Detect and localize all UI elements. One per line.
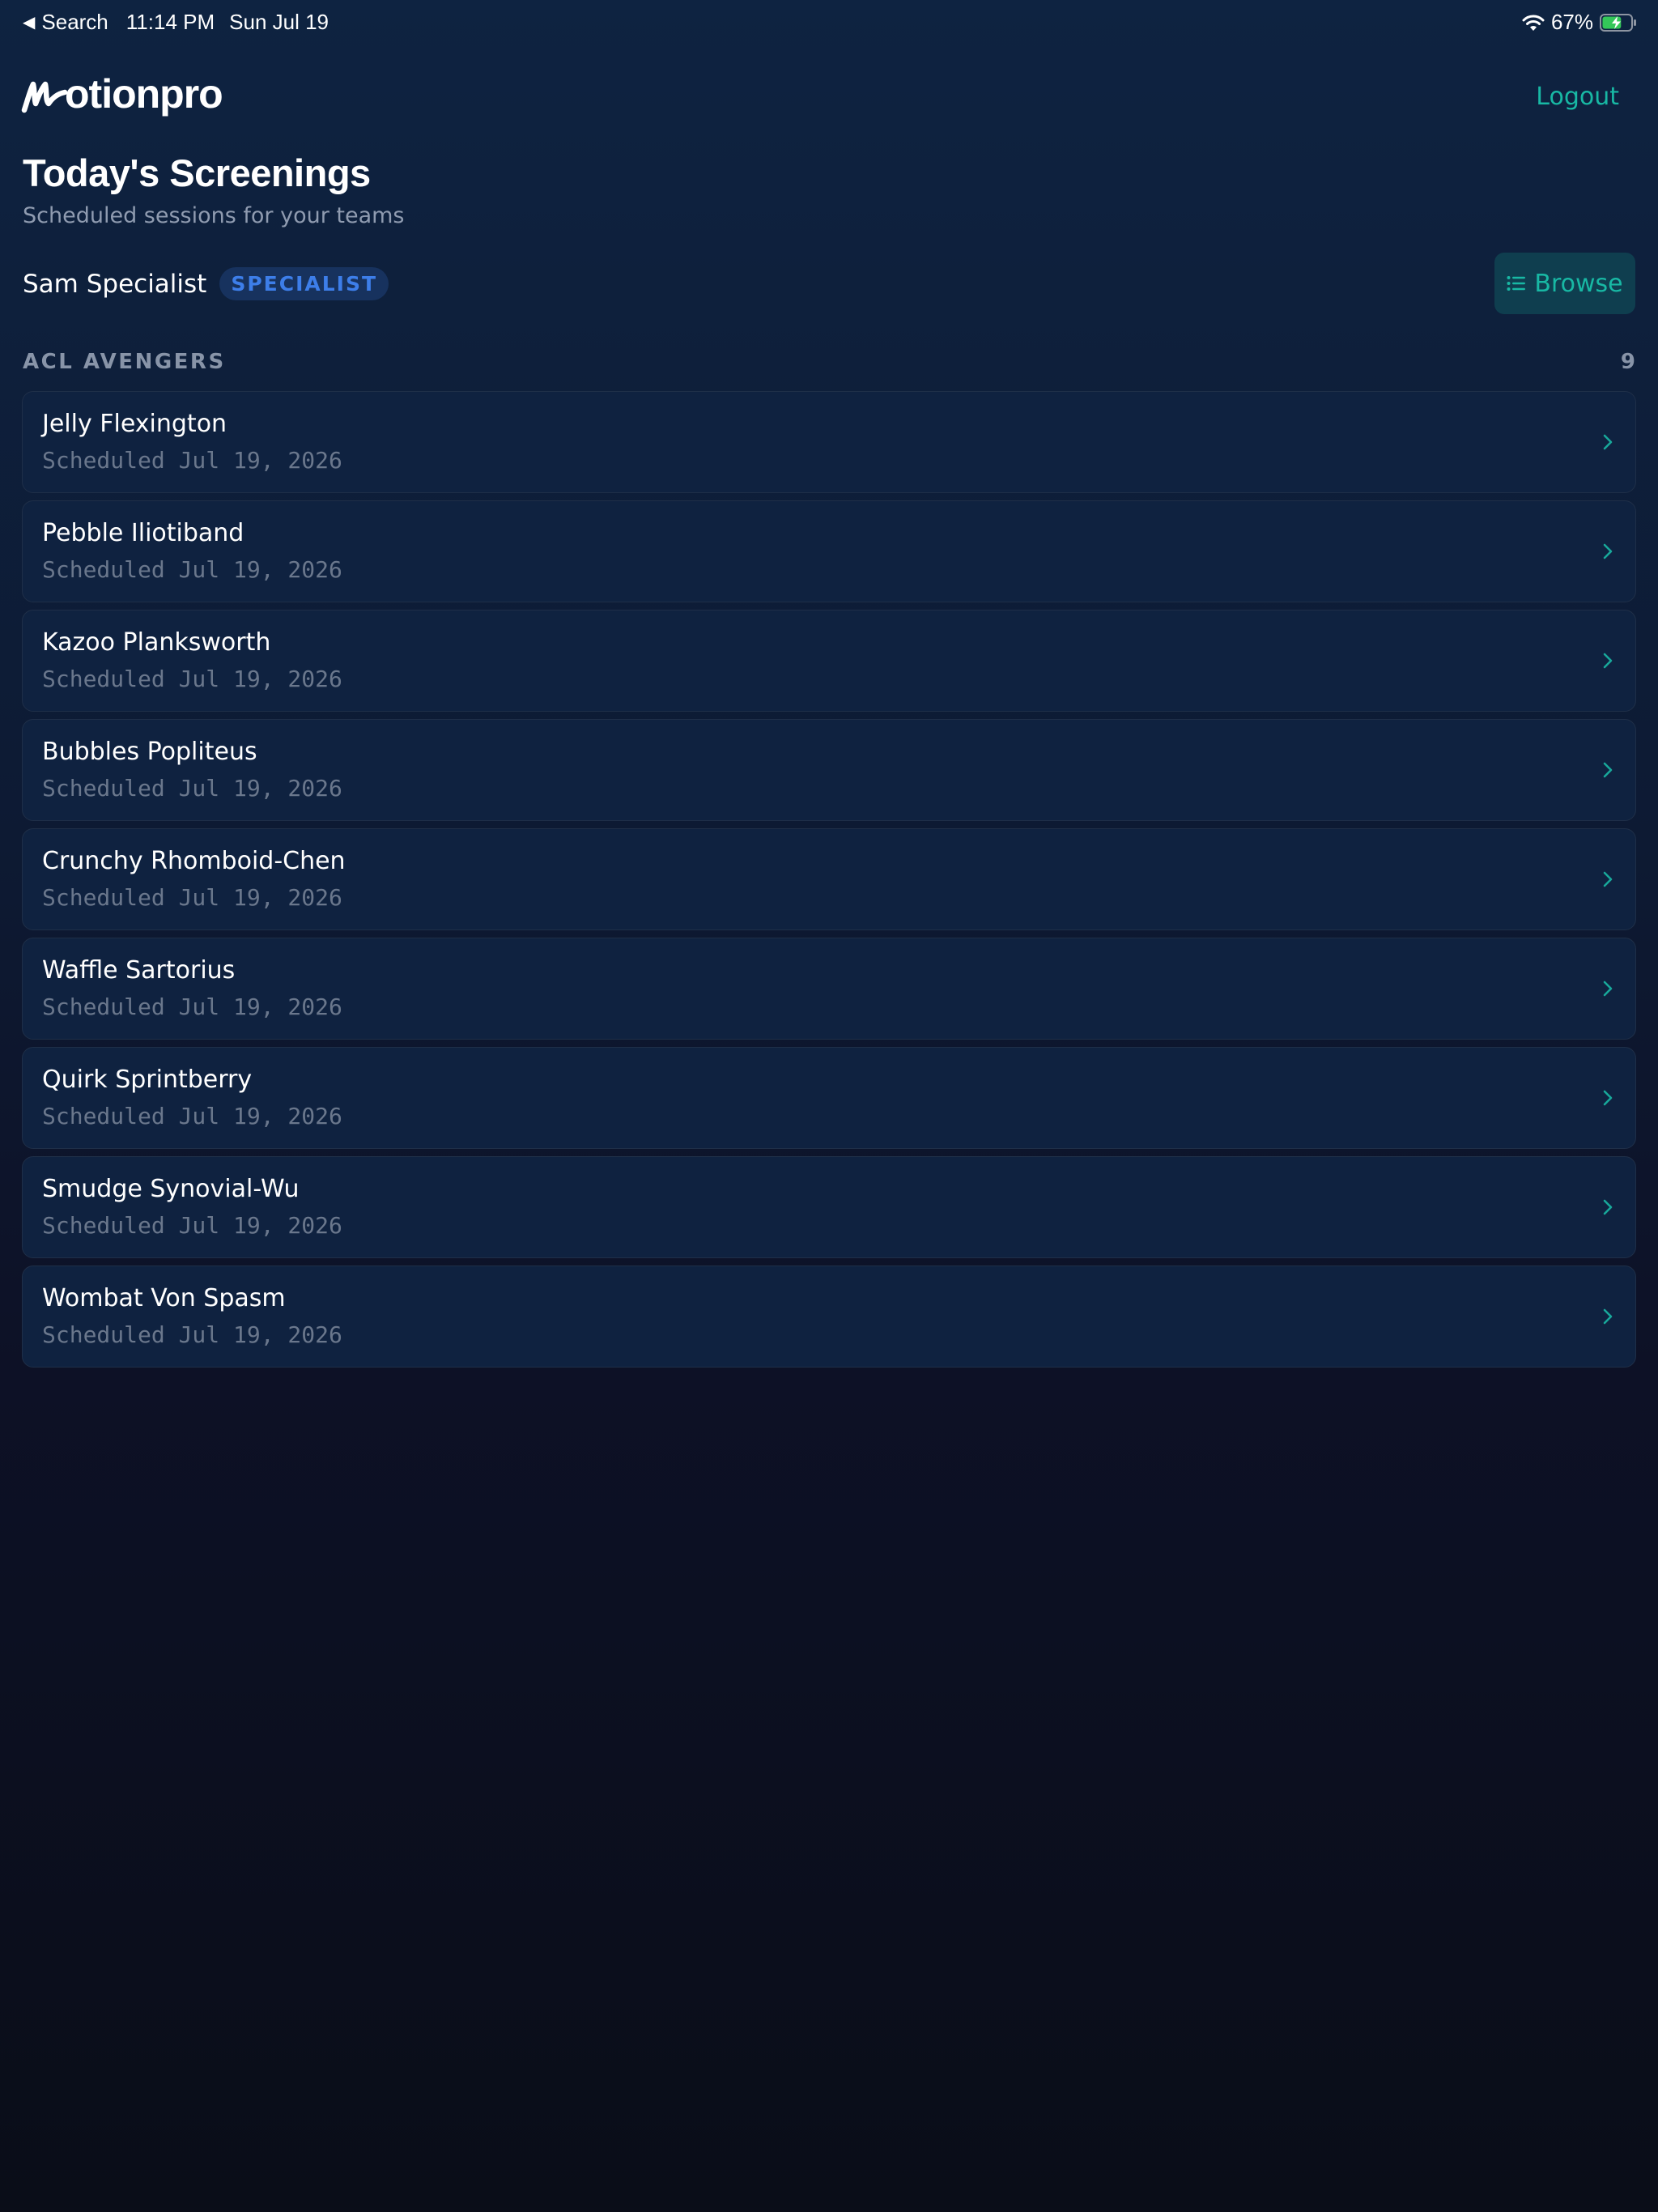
player-name: Wombat Von Spasm [42,1284,286,1312]
player-name: Bubbles Popliteus [42,738,257,766]
player-name: Pebble Iliotiband [42,519,244,547]
chevron-right-icon [1603,1090,1613,1106]
chevron-right-icon [1603,1308,1613,1325]
chevron-right-icon [1603,762,1613,778]
player-name: Kazoo Planksworth [42,628,271,657]
user-info: Sam Specialist SPECIALIST [23,267,389,300]
player-scheduled-date: Scheduled Jul 19, 2026 [42,556,342,583]
player-row[interactable]: Wombat Von Spasm Scheduled Jul 19, 2026 [22,1266,1636,1368]
app-logo: otionpro [21,70,223,118]
player-row[interactable]: Crunchy Rhomboid-Chen Scheduled Jul 19, … [22,828,1636,930]
chevron-right-icon [1603,1199,1613,1215]
wifi-icon [1522,15,1545,31]
battery-charging-icon [1600,13,1636,32]
battery-percent: 67% [1550,10,1593,34]
player-name: Waffle Sartorius [42,956,236,985]
page-subtitle: Scheduled sessions for your teams [23,203,405,228]
browse-button-label: Browse [1534,269,1623,298]
player-row[interactable]: Pebble Iliotiband Scheduled Jul 19, 2026 [22,500,1636,602]
chevron-right-icon [1603,653,1613,669]
player-scheduled-date: Scheduled Jul 19, 2026 [42,447,342,474]
player-scheduled-date: Scheduled Jul 19, 2026 [42,884,342,911]
player-scheduled-date: Scheduled Jul 19, 2026 [42,775,342,802]
role-badge: SPECIALIST [219,267,389,300]
chevron-right-icon [1603,871,1613,887]
status-time: 11:14 PM [125,10,215,34]
player-name: Smudge Synovial-Wu [42,1175,300,1203]
player-row[interactable]: Smudge Synovial-Wu Scheduled Jul 19, 202… [22,1156,1636,1258]
logo-m-icon [21,81,68,113]
chevron-right-icon [1603,981,1613,997]
player-name: Jelly Flexington [42,410,227,438]
player-list: Jelly Flexington Scheduled Jul 19, 2026 … [22,391,1636,1375]
list-icon [1507,276,1526,291]
chevron-right-icon [1603,434,1613,450]
browse-button[interactable]: Browse [1494,253,1635,314]
player-scheduled-date: Scheduled Jul 19, 2026 [42,1212,342,1239]
status-left: ◀ Search 11:14 PM Sun Jul 19 [23,10,329,35]
chevron-right-icon [1603,543,1613,559]
back-caret-icon[interactable]: ◀ [23,12,35,32]
team-player-count: 9 [1620,350,1635,374]
player-row[interactable]: Bubbles Popliteus Scheduled Jul 19, 2026 [22,719,1636,821]
status-bar: ◀ Search 11:14 PM Sun Jul 19 67% [0,0,1658,45]
player-row[interactable]: Jelly Flexington Scheduled Jul 19, 2026 [22,391,1636,493]
player-row[interactable]: Waffle Sartorius Scheduled Jul 19, 2026 [22,938,1636,1040]
logout-button[interactable]: Logout [1536,83,1619,111]
team-name: ACL AVENGERS [23,350,226,374]
page-title: Today's Screenings [23,151,371,194]
player-name: Quirk Sprintberry [42,1066,253,1094]
player-row[interactable]: Kazoo Planksworth Scheduled Jul 19, 2026 [22,610,1636,712]
player-scheduled-date: Scheduled Jul 19, 2026 [42,1103,342,1129]
status-date: Sun Jul 19 [229,10,329,34]
user-name: Sam Specialist [23,269,207,299]
back-to-app-label[interactable]: Search [41,10,108,35]
player-scheduled-date: Scheduled Jul 19, 2026 [42,993,342,1020]
team-header: ACL AVENGERS 9 [23,350,1635,374]
player-name: Crunchy Rhomboid-Chen [42,847,346,875]
logo-wordmark: otionpro [65,71,223,117]
player-row[interactable]: Quirk Sprintberry Scheduled Jul 19, 2026 [22,1047,1636,1149]
status-right: 67% [1520,10,1637,35]
player-scheduled-date: Scheduled Jul 19, 2026 [42,666,342,692]
player-scheduled-date: Scheduled Jul 19, 2026 [42,1321,342,1348]
